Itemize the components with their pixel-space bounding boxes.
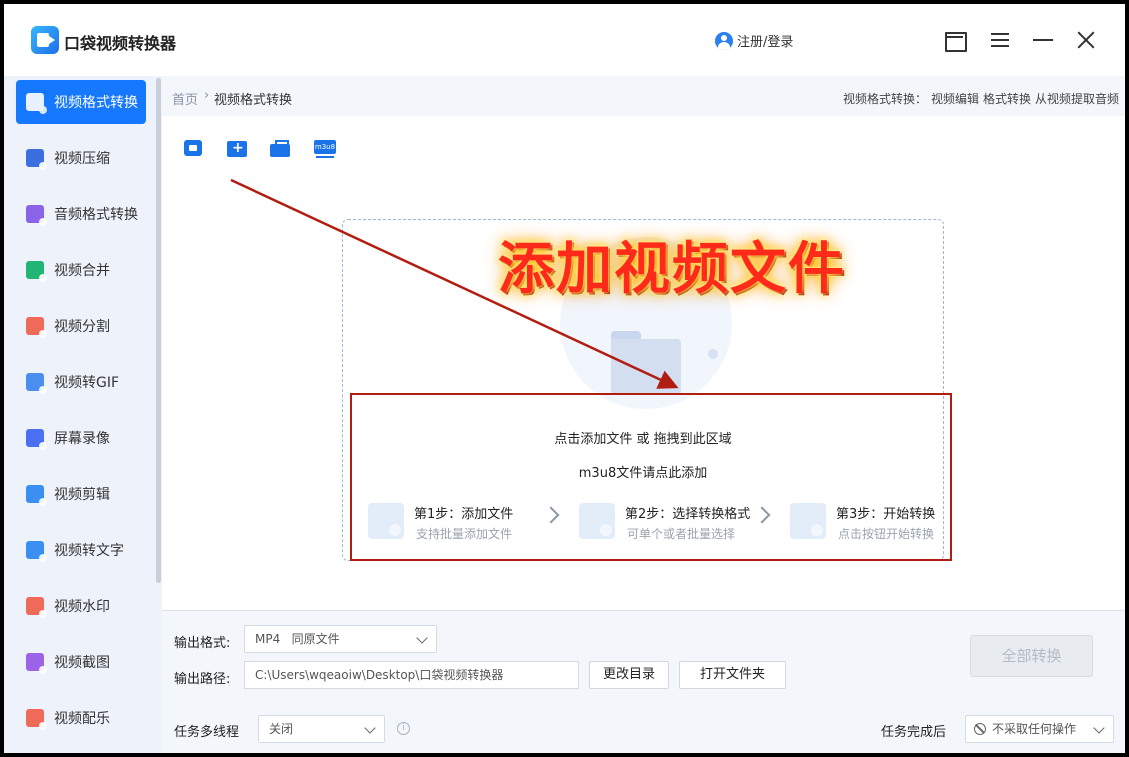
convert-all-button[interactable]: 全部转换: [970, 635, 1093, 677]
after-complete-select[interactable]: 不采取任何操作: [965, 715, 1114, 743]
change-directory-button[interactable]: 更改目录: [589, 661, 669, 689]
open-folder-button[interactable]: 打开文件夹: [679, 661, 786, 689]
output-format-value: MP4 同原文件: [255, 632, 340, 646]
multithread-label: 任务多线程: [174, 725, 240, 740]
output-path-label: 输出路径:: [174, 672, 231, 687]
output-format-label: 输出格式:: [174, 636, 231, 651]
after-complete-value: 不采取任何操作: [992, 722, 1077, 736]
app-window: 口袋视频转换器 注册/登录 视频格式转换 视频压缩 音频格式转换 视频合并 视频分割 视频…: [4, 4, 1125, 753]
output-format-select[interactable]: MP4 同原文件: [244, 625, 437, 653]
output-path-field[interactable]: C:\Users\wqeaoiw\Desktop\口袋视频转换器: [244, 661, 579, 689]
multithread-value: 关闭: [269, 722, 294, 736]
info-icon[interactable]: i: [397, 722, 410, 735]
chevron-down-icon: [1093, 722, 1105, 734]
after-complete-label: 任务完成后: [881, 725, 947, 740]
chevron-down-icon: [416, 632, 428, 644]
annotation-title: 添加视频文件: [498, 236, 846, 302]
ban-icon: [974, 723, 986, 735]
chevron-down-icon: [364, 722, 376, 734]
multithread-select[interactable]: 关闭: [258, 715, 385, 743]
